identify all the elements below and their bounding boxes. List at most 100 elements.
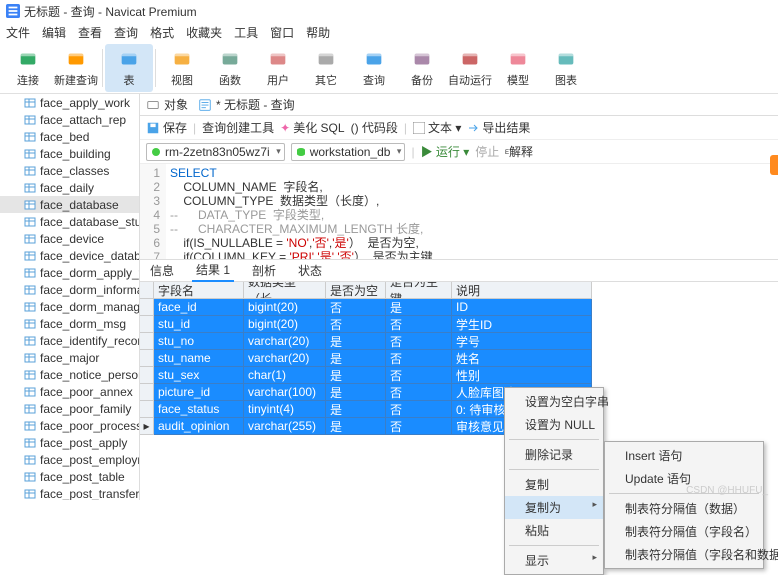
- ctx-item[interactable]: 显示: [505, 549, 603, 572]
- content-area: 对象 * 无标题 - 查询 保存 | 查询创建工具 ✦美化 SQL () 代码段…: [140, 94, 778, 500]
- tree-item[interactable]: face_apply_work: [0, 94, 139, 111]
- connection-combo[interactable]: rm-2zetn83n05wz7i: [146, 143, 285, 161]
- stop-button[interactable]: 停止: [475, 143, 499, 160]
- col-head[interactable]: 是否为空: [326, 282, 386, 299]
- menu-format[interactable]: 格式: [150, 24, 174, 41]
- sql-editor[interactable]: 123456789 SELECT COLUMN_NAME 字段名, COLUMN…: [140, 164, 778, 260]
- menu-query[interactable]: 查询: [114, 24, 138, 41]
- database-combo[interactable]: workstation_db: [291, 143, 406, 161]
- menu-file[interactable]: 文件: [6, 24, 30, 41]
- table-row[interactable]: face_statustinyint(4)是否0: 待审核 1：已通过: [140, 401, 778, 418]
- ctx-sub-item[interactable]: 制表符分隔值（字段名和数据）: [605, 543, 763, 566]
- ctx-item[interactable]: 复制为: [505, 496, 603, 519]
- context-menu[interactable]: 设置为空白字串设置为 NULL 删除记录复制复制为粘贴显示: [504, 387, 604, 575]
- tab-status[interactable]: 状态: [294, 260, 326, 281]
- tree-item[interactable]: face_poor_family: [0, 400, 139, 417]
- tree-item[interactable]: face_classes: [0, 162, 139, 179]
- beautify-sql-button[interactable]: ✦美化 SQL: [280, 119, 344, 136]
- menu-help[interactable]: 帮助: [306, 24, 330, 41]
- tree-item[interactable]: face_dorm_msg: [0, 315, 139, 332]
- tree-item[interactable]: face_device_database: [0, 247, 139, 264]
- ctx-item[interactable]: 设置为空白字串: [505, 390, 603, 413]
- menu-tools[interactable]: 工具: [234, 24, 258, 41]
- table-row[interactable]: stu_idbigint(20)否否学生ID: [140, 316, 778, 333]
- col-head[interactable]: 数据类型（长.: [244, 282, 326, 299]
- result-grid[interactable]: 字段名数据类型（长.是否为空是否为主键说明face_idbigint(20)否是…: [140, 282, 778, 435]
- export-results-button[interactable]: 导出结果: [467, 119, 530, 136]
- toolbar-备份[interactable]: 备份: [398, 44, 446, 92]
- ctx-item[interactable]: 删除记录: [505, 443, 603, 466]
- tree-item[interactable]: face_attach_rep: [0, 111, 139, 128]
- tree-item[interactable]: face_poor_process: [0, 417, 139, 434]
- tree-item[interactable]: face_notice_person: [0, 366, 139, 383]
- code[interactable]: SELECT COLUMN_NAME 字段名, COLUMN_TYPE 数据类型…: [166, 164, 436, 259]
- tree-item[interactable]: face_post_transfer: [0, 485, 139, 500]
- sidebar-tree[interactable]: face_apply_workface_attach_repface_bedfa…: [0, 94, 140, 500]
- tree-item[interactable]: face_post_table: [0, 468, 139, 485]
- save-button[interactable]: 保存: [146, 119, 187, 136]
- tree-item[interactable]: face_database: [0, 196, 139, 213]
- table-row[interactable]: face_idbigint(20)否是ID: [140, 299, 778, 316]
- table-row[interactable]: picture_idvarchar(100)是否人脸库图片ID: [140, 384, 778, 401]
- tree-item[interactable]: face_post_apply: [0, 434, 139, 451]
- toolbar-模型[interactable]: 模型: [494, 44, 542, 92]
- tab-query[interactable]: * 无标题 - 查询: [198, 96, 295, 113]
- explain-button[interactable]: ᴱ解释: [505, 143, 533, 160]
- tab-info[interactable]: 信息: [146, 260, 178, 281]
- tree-item[interactable]: face_device: [0, 230, 139, 247]
- toolbar-其它[interactable]: 其它: [302, 44, 350, 92]
- toolbar-用户[interactable]: 用户: [254, 44, 302, 92]
- ctx-item[interactable]: 设置为 NULL: [505, 413, 603, 436]
- tree-item[interactable]: face_poor_annex: [0, 383, 139, 400]
- tab-profile[interactable]: 剖析: [248, 260, 280, 281]
- col-head[interactable]: 说明: [452, 282, 592, 299]
- ctx-item[interactable]: 粘贴: [505, 519, 603, 542]
- ctx-sub-item[interactable]: 制表符分隔值（字段名）: [605, 520, 763, 543]
- toolbar-函数[interactable]: 函数: [206, 44, 254, 92]
- watermark: CSDN @HHUFU_: [686, 485, 768, 496]
- menu-favorites[interactable]: 收藏夹: [186, 24, 222, 41]
- ctx-sub-item[interactable]: 制表符分隔值（数据）: [605, 497, 763, 520]
- ctx-item[interactable]: 复制: [505, 473, 603, 496]
- table-row[interactable]: stu_sexchar(1)是否性别: [140, 367, 778, 384]
- text-button[interactable]: 文本 ▾: [413, 119, 461, 136]
- col-head[interactable]: 字段名: [154, 282, 244, 299]
- tree-item[interactable]: face_bed: [0, 128, 139, 145]
- toolbar-新建查询[interactable]: 新建查询: [52, 44, 100, 92]
- tab-objects[interactable]: 对象: [146, 96, 188, 113]
- tree-item[interactable]: face_dorm_information: [0, 281, 139, 298]
- toolbar-视图[interactable]: 视图: [158, 44, 206, 92]
- toolbar-表[interactable]: 表: [105, 44, 153, 92]
- toolbar-查询[interactable]: 查询: [350, 44, 398, 92]
- code-snippet-button[interactable]: () 代码段: [351, 119, 398, 136]
- col-head[interactable]: 是否为主键: [386, 282, 452, 299]
- titlebar: 无标题 - 查询 - Navicat Premium: [0, 0, 778, 22]
- toolbar-连接[interactable]: 连接: [4, 44, 52, 92]
- table-row[interactable]: stu_namevarchar(20)是否姓名: [140, 350, 778, 367]
- side-badge: [770, 155, 778, 175]
- table-row[interactable]: stu_novarchar(20)是否学号: [140, 333, 778, 350]
- tree-item[interactable]: face_major: [0, 349, 139, 366]
- connection-bar: rm-2zetn83n05wz7i workstation_db | ▶ 运行 …: [140, 140, 778, 164]
- ctx-sub-item[interactable]: Insert 语句: [605, 444, 763, 467]
- tree-item[interactable]: face_dorm_apply_file: [0, 264, 139, 281]
- tree-item[interactable]: face_daily: [0, 179, 139, 196]
- main-toolbar: 连接新建查询表视图函数用户其它查询备份自动运行模型图表: [0, 42, 778, 94]
- toolbar-自动运行[interactable]: 自动运行: [446, 44, 494, 92]
- menu-view[interactable]: 查看: [78, 24, 102, 41]
- tab-strip: 对象 * 无标题 - 查询: [140, 94, 778, 116]
- tree-item[interactable]: face_building: [0, 145, 139, 162]
- tree-item[interactable]: face_database_stu: [0, 213, 139, 230]
- menu-edit[interactable]: 编辑: [42, 24, 66, 41]
- table-row[interactable]: ▸audit_opinionvarchar(255)是否审核意见: [140, 418, 778, 435]
- tab-result-1[interactable]: 结果 1: [192, 259, 234, 282]
- menubar: 文件 编辑 查看 查询 格式 收藏夹 工具 窗口 帮助: [0, 22, 778, 42]
- run-button[interactable]: ▶ 运行 ▾: [421, 143, 470, 160]
- tree-item[interactable]: face_identify_record: [0, 332, 139, 349]
- context-submenu[interactable]: Insert 语句Update 语句制表符分隔值（数据）制表符分隔值（字段名）制…: [604, 441, 764, 569]
- toolbar-图表[interactable]: 图表: [542, 44, 590, 92]
- query-builder-button[interactable]: 查询创建工具: [202, 119, 274, 136]
- menu-window[interactable]: 窗口: [270, 24, 294, 41]
- tree-item[interactable]: face_post_employment: [0, 451, 139, 468]
- tree-item[interactable]: face_dorm_manager: [0, 298, 139, 315]
